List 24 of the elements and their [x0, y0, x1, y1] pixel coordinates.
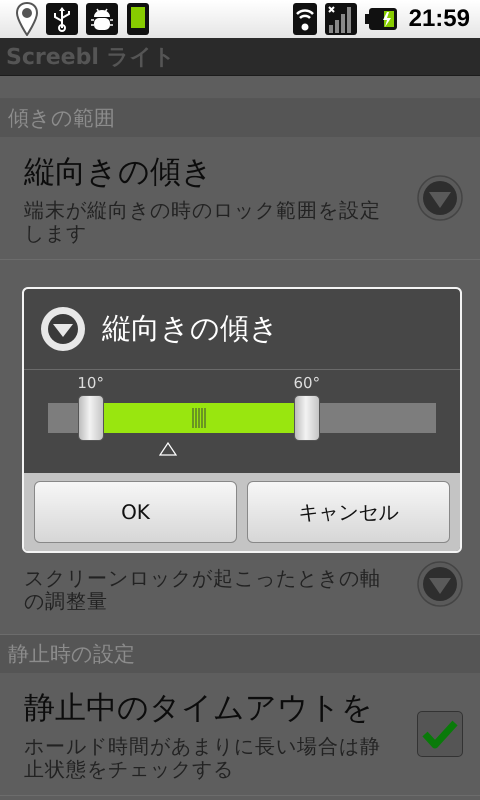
bug-icon	[86, 3, 118, 35]
clock: 21:59	[408, 5, 470, 33]
slider-thumb[interactable]	[294, 394, 320, 441]
usb-icon	[46, 3, 78, 35]
dialog-button[interactable]: キャンセル	[247, 481, 450, 543]
checkbox[interactable]	[417, 711, 463, 757]
slider-thumb[interactable]	[78, 394, 104, 441]
dropdown-icon	[40, 306, 86, 352]
preference-summary: 端末が縦向きの時のロック範囲を設定します	[24, 199, 382, 245]
grip-icon	[192, 408, 206, 428]
dialog-title: 縦向きの傾き	[102, 310, 279, 347]
wifi-icon	[292, 3, 317, 35]
preference-summary: スクリーンロックが起こったときの軸の調整量	[24, 567, 382, 613]
dialog-button[interactable]: OK	[34, 481, 237, 543]
battery-charging-icon	[364, 8, 397, 30]
preference-title: 静止中のタイムアウトを	[24, 689, 374, 728]
slider-value-label: 60°	[293, 374, 320, 392]
location-pin-icon	[16, 2, 38, 36]
slider-value-label: 10°	[77, 374, 104, 392]
preference-title: 縦向きの傾き	[24, 153, 214, 192]
signal-icon	[324, 3, 357, 35]
checkmark-icon	[422, 719, 458, 749]
phone-icon	[126, 2, 150, 36]
preference-summary: ホールド時間があまりに長い場合は静止状態をチェックする	[24, 735, 382, 781]
